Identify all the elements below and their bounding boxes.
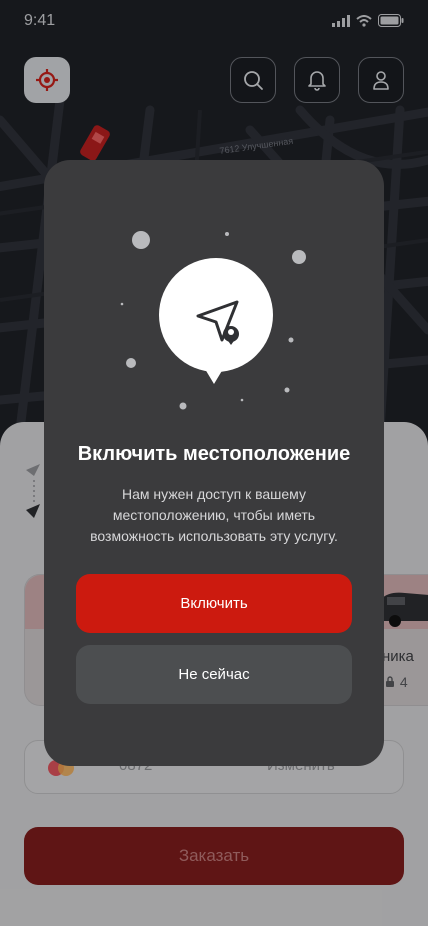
location-illustration [120, 231, 306, 410]
dialog-description: Нам нужен доступ к вашему местоположению… [90, 486, 338, 544]
location-permission-dialog: Включить местоположение Нам нужен доступ… [44, 160, 384, 766]
dialog-title: Включить местоположение [77, 443, 351, 465]
enable-location-button[interactable]: Включить [76, 574, 352, 633]
not-now-button[interactable]: Не сейчас [76, 645, 352, 704]
